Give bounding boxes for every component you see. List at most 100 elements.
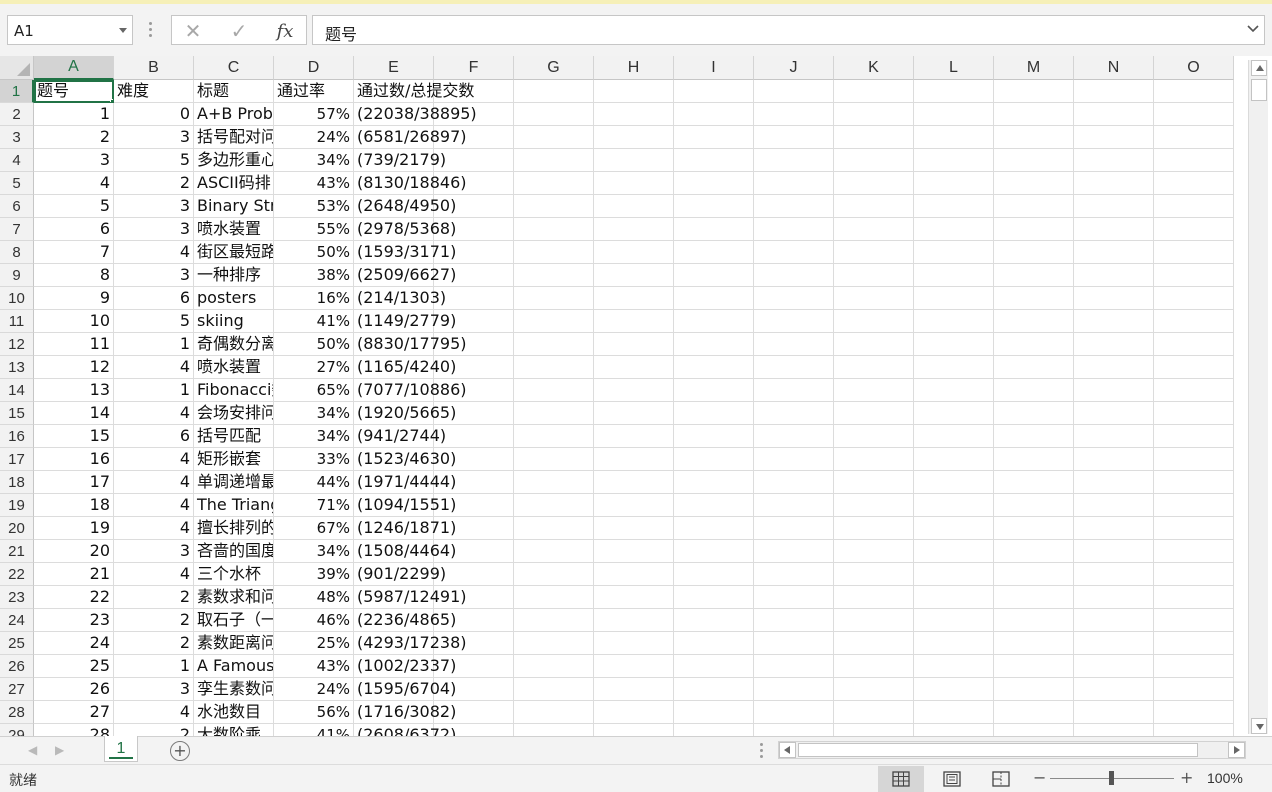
- empty-cell[interactable]: [674, 287, 754, 310]
- row-header-21[interactable]: 21: [0, 540, 34, 563]
- empty-cell[interactable]: [914, 471, 994, 494]
- empty-cell[interactable]: [1154, 195, 1234, 218]
- empty-cell[interactable]: [674, 632, 754, 655]
- cell-d[interactable]: 27%: [274, 356, 354, 379]
- empty-cell[interactable]: [674, 379, 754, 402]
- empty-cell[interactable]: [1154, 126, 1234, 149]
- cell-d[interactable]: 25%: [274, 632, 354, 655]
- empty-cell[interactable]: [914, 632, 994, 655]
- empty-cell[interactable]: [914, 356, 994, 379]
- empty-cell[interactable]: [1154, 448, 1234, 471]
- name-box-dropdown-icon[interactable]: [119, 28, 127, 33]
- empty-cell[interactable]: [994, 609, 1074, 632]
- empty-cell[interactable]: [674, 333, 754, 356]
- cell-b[interactable]: 4: [114, 517, 194, 540]
- cell-c[interactable]: posters: [194, 287, 274, 310]
- zoom-in-button[interactable]: +: [1180, 768, 1193, 787]
- cell-a[interactable]: 14: [34, 402, 114, 425]
- empty-cell[interactable]: [994, 402, 1074, 425]
- empty-cell[interactable]: [834, 655, 914, 678]
- cell-e[interactable]: (1094/1551): [354, 494, 456, 517]
- empty-cell[interactable]: [1074, 310, 1154, 333]
- empty-cell[interactable]: [834, 425, 914, 448]
- cell-area[interactable]: 题号 难度 标题 通过率 通过数/总提交数 1 0 A+B Probl 57% (22038/38…: [34, 80, 1248, 736]
- cell-c[interactable]: 孪生素数问: [194, 678, 274, 701]
- empty-cell[interactable]: [1074, 632, 1154, 655]
- column-header-j[interactable]: J: [754, 56, 834, 80]
- cell-d[interactable]: 46%: [274, 609, 354, 632]
- empty-cell[interactable]: [674, 701, 754, 724]
- empty-cell[interactable]: [434, 149, 514, 172]
- row-header-11[interactable]: 11: [0, 310, 34, 333]
- cell-d[interactable]: 44%: [274, 471, 354, 494]
- cell-c[interactable]: 括号匹配: [194, 425, 274, 448]
- cell-c[interactable]: 括号配对问: [194, 126, 274, 149]
- sheet-tab-1[interactable]: 1: [104, 736, 138, 762]
- empty-cell[interactable]: [594, 448, 674, 471]
- header-cell-d[interactable]: 通过率: [274, 80, 354, 103]
- cell-b[interactable]: 5: [114, 310, 194, 333]
- empty-cell[interactable]: [674, 563, 754, 586]
- empty-cell[interactable]: [514, 701, 594, 724]
- empty-cell[interactable]: [514, 264, 594, 287]
- empty-cell[interactable]: [754, 379, 834, 402]
- empty-cell[interactable]: [994, 586, 1074, 609]
- row-header-6[interactable]: 6: [0, 195, 34, 218]
- empty-cell[interactable]: [834, 149, 914, 172]
- cell-d[interactable]: 24%: [274, 126, 354, 149]
- cell-d[interactable]: 67%: [274, 517, 354, 540]
- empty-cell[interactable]: [834, 287, 914, 310]
- empty-cell[interactable]: [914, 195, 994, 218]
- cell-a[interactable]: 5: [34, 195, 114, 218]
- cell-a[interactable]: 26: [34, 678, 114, 701]
- cell-c[interactable]: 擅长排列的: [194, 517, 274, 540]
- cell-c[interactable]: 素数求和问: [194, 586, 274, 609]
- cell-b[interactable]: 1: [114, 379, 194, 402]
- empty-cell[interactable]: [1074, 218, 1154, 241]
- zoom-slider-thumb[interactable]: [1109, 771, 1114, 785]
- empty-cell[interactable]: [994, 724, 1074, 736]
- cell-b[interactable]: 4: [114, 701, 194, 724]
- cell-e[interactable]: (1595/6704): [354, 678, 456, 701]
- empty-cell[interactable]: [674, 264, 754, 287]
- empty-cell[interactable]: [914, 494, 994, 517]
- row-header-13[interactable]: 13: [0, 356, 34, 379]
- cell-c[interactable]: 会场安排问: [194, 402, 274, 425]
- empty-cell[interactable]: [754, 195, 834, 218]
- empty-cell[interactable]: [994, 517, 1074, 540]
- empty-cell[interactable]: [594, 172, 674, 195]
- cell-b[interactable]: 2: [114, 586, 194, 609]
- empty-cell[interactable]: [514, 149, 594, 172]
- cell-e[interactable]: (1508/4464): [354, 540, 456, 563]
- empty-cell[interactable]: [914, 126, 994, 149]
- cell-c[interactable]: ASCII码排: [194, 172, 274, 195]
- empty-cell[interactable]: [514, 678, 594, 701]
- cell-b[interactable]: 1: [114, 655, 194, 678]
- empty-cell[interactable]: [914, 563, 994, 586]
- empty-cell[interactable]: [754, 448, 834, 471]
- cell-e[interactable]: (1716/3082): [354, 701, 456, 724]
- empty-cell[interactable]: [914, 609, 994, 632]
- cell-a[interactable]: 17: [34, 471, 114, 494]
- row-header-23[interactable]: 23: [0, 586, 34, 609]
- empty-cell[interactable]: [994, 448, 1074, 471]
- cell-c[interactable]: 矩形嵌套: [194, 448, 274, 471]
- empty-cell[interactable]: [1074, 471, 1154, 494]
- cell-c[interactable]: 多边形重心: [194, 149, 274, 172]
- empty-cell[interactable]: [1074, 172, 1154, 195]
- empty-cell[interactable]: [914, 701, 994, 724]
- empty-cell[interactable]: [674, 471, 754, 494]
- cell-c[interactable]: 奇偶数分离: [194, 333, 274, 356]
- empty-cell[interactable]: [594, 80, 674, 103]
- empty-cell[interactable]: [914, 402, 994, 425]
- scroll-left-button[interactable]: [779, 742, 796, 758]
- page-layout-view-button[interactable]: [929, 766, 975, 792]
- cell-a[interactable]: 21: [34, 563, 114, 586]
- cell-b[interactable]: 4: [114, 241, 194, 264]
- cell-a[interactable]: 2: [34, 126, 114, 149]
- cell-b[interactable]: 4: [114, 402, 194, 425]
- empty-cell[interactable]: [1154, 310, 1234, 333]
- cancel-icon[interactable]: ✕: [178, 18, 208, 44]
- cell-d[interactable]: 43%: [274, 655, 354, 678]
- cell-e[interactable]: (1523/4630): [354, 448, 456, 471]
